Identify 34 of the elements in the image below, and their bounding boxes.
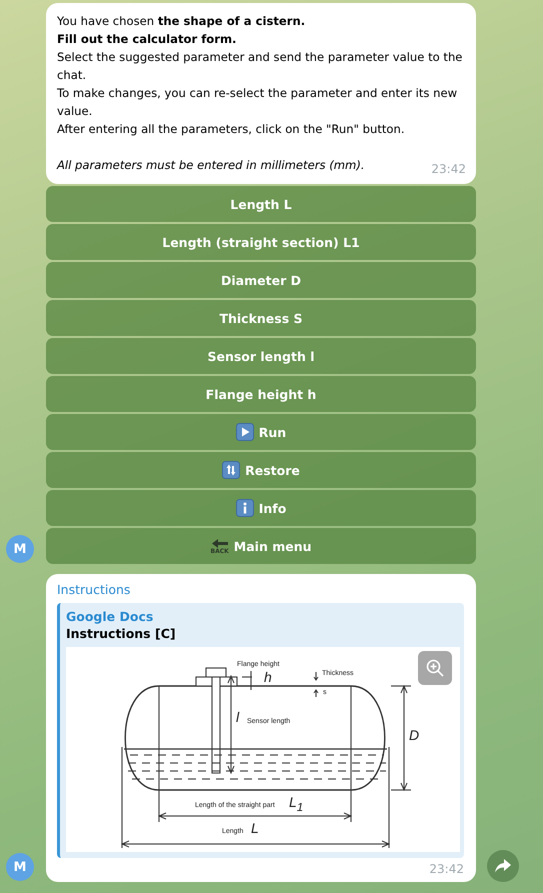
play-icon bbox=[236, 423, 254, 441]
message-text: After entering all the parameters, click on the "Run" button. bbox=[57, 121, 406, 138]
message-text: All parameters must be entered in millimeters (mm). bbox=[57, 157, 365, 174]
message-time: 23:42 bbox=[428, 862, 464, 876]
keyboard-button[interactable]: Diameter D bbox=[46, 262, 476, 298]
info-icon bbox=[236, 499, 254, 517]
zoom-in-icon bbox=[426, 659, 444, 677]
keyboard-button[interactable]: Length L bbox=[46, 186, 476, 222]
keyboard-button[interactable]: Info bbox=[46, 490, 476, 526]
preview-site: Google Docs bbox=[66, 609, 154, 624]
message-link[interactable]: Instructions bbox=[57, 582, 130, 597]
preview-title: Instructions [C] bbox=[66, 626, 177, 641]
message-text: Fill out the calculator form. bbox=[57, 31, 238, 48]
keyboard-button[interactable]: Run bbox=[46, 414, 476, 450]
keyboard-button[interactable]: Thickness S bbox=[46, 300, 476, 336]
refresh-icon bbox=[222, 461, 240, 479]
diagram-label: D bbox=[409, 727, 420, 743]
share-button[interactable] bbox=[487, 850, 519, 882]
user-avatar[interactable]: M bbox=[6, 535, 34, 563]
zoom-in-button[interactable] bbox=[418, 651, 452, 685]
diagram-label: L$_{1}$ bbox=[289, 794, 304, 814]
diagram-label: h bbox=[264, 669, 272, 685]
message-text: To make changes, you can re-select the parameter and enter its new value. bbox=[57, 85, 458, 120]
message-text: Select the suggested parameter and send the parameter value to the chat. bbox=[57, 49, 464, 84]
keyboard-button[interactable]: Flange height h bbox=[46, 376, 476, 412]
diagram-label: L bbox=[251, 820, 259, 836]
diagram-label: l bbox=[236, 709, 240, 725]
keyboard-button[interactable]: Restore bbox=[46, 452, 476, 488]
user-avatar[interactable]: M bbox=[6, 853, 34, 881]
share-icon bbox=[495, 859, 511, 873]
keyboard-button[interactable]: Length (straight section) L1 bbox=[46, 224, 476, 260]
message-text: You have chosen the shape of a cistern. bbox=[57, 13, 306, 30]
message-time: 23:42 bbox=[431, 161, 466, 178]
keyboard-button[interactable]: Sensor length l bbox=[46, 338, 476, 374]
